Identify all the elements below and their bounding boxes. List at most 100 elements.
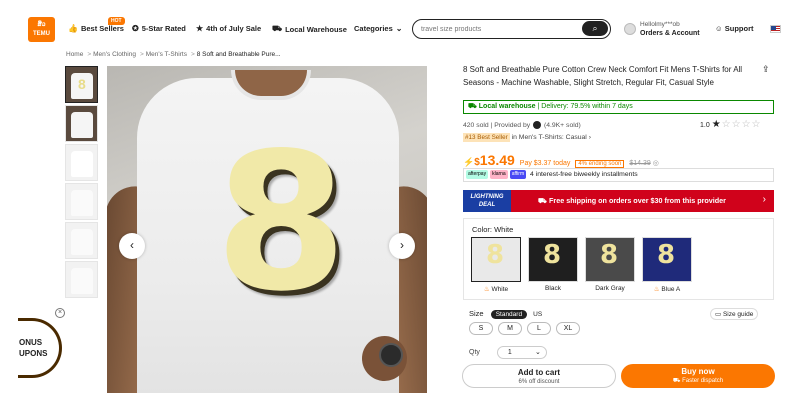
original-price: $14.39 [629,160,651,167]
swatch-eight: 8 [657,240,676,270]
flame-icon: ⚡ [463,157,475,167]
qty-label: Qty [469,349,480,356]
installments-text: 4 interest-free biweekly installments [530,171,638,178]
chevron-down-icon: ⌄ [395,24,403,33]
thumbnail-3[interactable] [65,144,98,181]
thumbnail-4[interactable] [65,183,98,220]
black-shirt-swatch: 8 [528,237,578,282]
chevron-right-icon: › [762,194,766,205]
color-selector: Color: White 8 ♨ White 8 Black 8 Dark Gr… [463,218,774,300]
nav-categories[interactable]: Categories ⌄ [354,24,405,33]
qty-value: 1 [507,349,512,356]
white-shirt-swatch: 8 [471,237,521,282]
flame-icon: ♨ [483,286,490,293]
shirt-thumbnail-image [71,112,93,138]
affirm-logo: affirm [509,169,527,179]
info-icon[interactable]: ◎ [653,160,659,167]
size-m-button[interactable]: M [498,322,522,335]
next-image-button[interactable]: › [389,233,415,259]
breadcrumb-mens-clothing[interactable]: Men's Clothing [93,51,136,58]
delivery-text: Delivery: 79.5% within 7 days [541,103,633,110]
blue-shirt-swatch: 8 [642,237,692,282]
fast-dispatch-label: ⛟ Faster dispatch [621,377,775,385]
shirt-thumbnail-image [71,268,93,294]
support-link[interactable]: ☺ Support [715,24,754,33]
search-input[interactable] [421,23,581,35]
logo-text: TEMU [33,31,50,37]
buy-now-button[interactable]: Buy now ⛟ Faster dispatch [621,364,775,388]
rating[interactable]: 1.0 ★☆☆☆☆ [700,119,762,130]
installments-row[interactable]: afterpay klarna affirm 4 interest-free biw… [463,168,774,182]
best-seller-row[interactable]: #13 Best Seller in Men's T-Shirts: Casua… [463,133,591,142]
size-s-button[interactable]: S [469,322,493,335]
seller-sold-count[interactable]: (4.9K+ sold) [544,122,581,129]
watch-image [379,343,403,367]
size-xl-button[interactable]: XL [556,322,580,335]
lightning-deal-badge: LIGHTNING DEAL [463,190,511,212]
best-seller-badge: #13 Best Seller [463,133,510,142]
share-icon[interactable]: ⇪ [762,64,770,75]
local-warehouse-banner[interactable]: ⛟ Local warehouse | Delivery: 79.5% with… [463,100,774,114]
color-option-blue-a[interactable]: 8 ♨ Blue A [642,237,692,297]
shipping-banner[interactable]: LIGHTNING DEAL ⛟ Free shipping on orders… [463,190,774,212]
dark-gray-shirt-swatch: 8 [585,237,635,282]
breadcrumb: Home > Men's Clothing > Men's T-Shirts >8 Sof… [66,51,283,58]
size-label: Size [469,309,484,318]
thumbnail-eight-glyph: 8 [78,76,86,92]
star-empty-icon: ☆☆☆☆ [721,119,762,130]
quantity-select[interactable]: 1 ⌄ [496,346,547,359]
chat-bubble-icon: ☺ [715,24,723,33]
truck-icon: ⛟ [468,103,477,110]
lightning-line1: LIGHTNING [470,194,504,200]
thumbnail-5[interactable] [65,222,98,259]
thumbnail-1[interactable]: 8 [65,66,98,103]
thumbnail-6[interactable] [65,261,98,298]
swatch-eight: 8 [600,240,619,270]
search-button[interactable]: ⌕ [582,21,608,36]
nav-categories-label: Categories [354,24,393,33]
nav-july-sale[interactable]: ★ 4th of July Sale [196,24,261,33]
shirt-thumbnail-image [71,151,93,177]
color-option-black[interactable]: 8 Black [528,237,578,297]
add-to-cart-label: Add to cart [517,368,561,377]
provided-by-label: Provided by [494,121,531,129]
sold-row: 420 sold | Provided by (4.9K+ sold) [463,121,581,129]
price-row: ⚡$13.49 Pay $3.37 today 4% ending soon $… [463,152,659,168]
shop-logo-icon[interactable] [533,121,542,129]
shirt-thumbnail-image [71,229,93,255]
free-shipping-label: Free shipping on orders over $30 from th… [549,196,726,205]
temu-logo[interactable]: ສີ່ວ TEMU [28,17,55,42]
add-to-cart-button[interactable]: Add to cart 6% off discount [462,364,616,388]
ending-soon-badge: 4% ending soon [575,160,625,168]
bonus-coupons-badge[interactable]: ONUS UPONS [18,318,62,378]
breadcrumb-mens-tshirts[interactable]: Men's T-Shirts [146,51,187,58]
breadcrumb-separator: > [87,51,92,58]
local-warehouse-label: Local warehouse [478,103,536,110]
nav-july-sale-label: 4th of July Sale [206,24,262,33]
color-option-dark-gray[interactable]: 8 Dark Gray [585,237,635,297]
nav-best-sellers[interactable]: 👍 Best Sellers [68,24,124,33]
rating-value: 1.0 [700,122,710,129]
breadcrumb-home[interactable]: Home [66,51,83,58]
close-coupon-button[interactable]: × [55,308,65,318]
nav-five-star-label: 5-Star Rated [141,24,186,33]
swatch-eight: 8 [486,240,505,270]
color-name: Blue A [661,286,681,293]
truck-icon: ⛟ [272,24,283,33]
nav-five-star-rated[interactable]: ✪ 5-Star Rated [132,24,186,33]
thumbnail-2[interactable] [65,105,98,142]
close-icon: × [57,309,63,316]
nav-local-warehouse[interactable]: ⛟ Local Warehouse [272,24,347,34]
size-standard-toggle[interactable]: Standard [490,310,528,319]
search-bar: ⌕ [412,19,611,39]
sold-count: 420 sold [463,121,489,129]
size-l-button[interactable]: L [527,322,551,335]
previous-image-button[interactable]: ‹ [119,233,145,259]
rating-stars: ★☆☆☆☆ [712,119,762,130]
us-flag-icon[interactable] [770,25,781,33]
color-option-white[interactable]: 8 ♨ White [471,237,521,297]
size-us-toggle[interactable]: US [533,311,542,318]
color-option-label: Black [528,285,578,292]
size-guide-button[interactable]: ▭ Size guide [710,308,759,320]
breadcrumb-separator: > [139,51,144,58]
